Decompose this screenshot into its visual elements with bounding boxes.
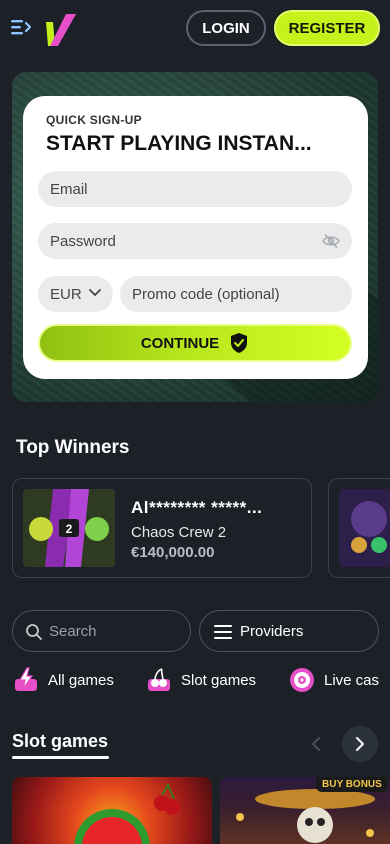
chevron-right-icon	[356, 737, 364, 751]
signup-card: QUICK SIGN-UP START PLAYING INSTAN... Em…	[23, 96, 368, 379]
lightning-icon	[15, 667, 37, 691]
register-button[interactable]: REGISTER	[274, 10, 380, 46]
menu-lines-icon	[214, 625, 232, 639]
carousel-next-button[interactable]	[342, 726, 378, 762]
brand-logo[interactable]	[44, 12, 78, 48]
continue-button[interactable]: CONTINUE	[38, 324, 352, 362]
top-bar: LOGIN REGISTER	[0, 0, 390, 56]
top-winners-title: Top Winners	[16, 437, 130, 458]
winner-game: Chaos Crew 2	[131, 524, 227, 541]
password-field[interactable]: Password	[38, 223, 352, 259]
search-input[interactable]: Search	[12, 610, 191, 652]
game-card[interactable]: BUY BONUS	[220, 777, 390, 844]
category-live-casino[interactable]: Live cas	[289, 665, 379, 695]
game-card[interactable]	[12, 777, 212, 844]
eye-off-icon[interactable]	[322, 233, 340, 249]
winner-game-thumbnail	[339, 489, 390, 567]
game-art	[339, 489, 390, 567]
chevron-left-icon	[312, 737, 320, 751]
section-underline	[12, 756, 109, 759]
login-button[interactable]: LOGIN	[186, 10, 266, 46]
game-art	[74, 782, 180, 844]
category-label: Live cas	[324, 671, 380, 689]
promo-placeholder: Promo code (optional)	[132, 285, 280, 303]
promo-code-field[interactable]: Promo code (optional)	[120, 276, 352, 312]
currency-select[interactable]: EUR	[38, 276, 113, 312]
password-placeholder: Password	[50, 232, 116, 250]
winner-card[interactable]	[328, 478, 390, 578]
category-all-games[interactable]: All games	[13, 665, 114, 695]
winner-amount: €140,000.00	[131, 544, 215, 561]
carousel-prev-button[interactable]	[300, 728, 332, 760]
cherry-icon	[148, 668, 170, 691]
shield-check-icon	[231, 333, 248, 353]
providers-button[interactable]: Providers	[199, 610, 379, 652]
slot-games-title: Slot games	[12, 731, 109, 751]
providers-label: Providers	[240, 622, 304, 640]
category-slot-games[interactable]: Slot games	[146, 665, 256, 695]
winner-name: Al******** *****...	[131, 498, 263, 517]
signup-title: START PLAYING INSTAN...	[46, 132, 312, 155]
menu-icon[interactable]	[10, 17, 32, 37]
chevron-down-icon	[89, 289, 101, 297]
email-placeholder: Email	[50, 180, 88, 198]
svg-text:2: 2	[66, 522, 73, 536]
currency-value: EUR	[50, 285, 82, 303]
category-label: All games	[48, 671, 114, 689]
game-art: 2	[23, 489, 115, 567]
winner-card[interactable]: 2 Al******** *****... Chaos Crew 2 €140,…	[12, 478, 312, 578]
continue-label: CONTINUE	[140, 334, 220, 352]
category-label: Slot games	[181, 671, 257, 689]
roulette-icon	[290, 668, 314, 692]
signup-kicker: QUICK SIGN-UP	[46, 113, 142, 127]
buy-bonus-badge: BUY BONUS	[316, 777, 388, 792]
winner-game-thumbnail: 2	[23, 489, 115, 567]
email-field[interactable]: Email	[38, 171, 352, 207]
search-placeholder: Search	[49, 622, 97, 640]
search-icon	[26, 624, 42, 640]
